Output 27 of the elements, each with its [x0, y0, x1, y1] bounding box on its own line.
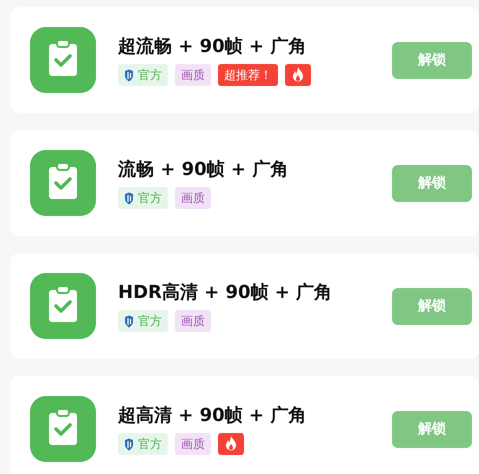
recommend-tag: 超推荐！	[218, 64, 278, 86]
shield-icon	[124, 438, 134, 450]
quality-tag: 画质	[175, 310, 211, 332]
quality-tag: 画质	[175, 187, 211, 209]
official-label: 官方	[138, 66, 162, 84]
shield-icon	[124, 192, 134, 204]
unlock-button[interactable]: 解锁	[392, 42, 472, 78]
flame-icon	[224, 436, 238, 452]
preset-title: 超高清 + 90帧 + 广角	[118, 404, 308, 427]
quality-tag: 画质	[175, 64, 211, 86]
unlock-button[interactable]: 解锁	[392, 288, 472, 324]
official-label: 官方	[138, 436, 162, 452]
unlock-button[interactable]: 解锁	[392, 410, 472, 448]
preset-title: 超流畅 + 90帧 + 广角	[118, 35, 308, 58]
clipboard-check-icon	[30, 27, 96, 93]
preset-title: HDR高清 + 90帧 + 广角	[118, 281, 334, 304]
clipboard-check-icon	[30, 273, 96, 339]
clipboard-check-icon	[30, 150, 96, 216]
unlock-button[interactable]: 解锁	[392, 164, 472, 202]
official-label: 官方	[138, 190, 162, 206]
clipboard-check-icon	[30, 396, 96, 462]
flame-icon	[291, 67, 305, 83]
quality-tag: 画质	[175, 433, 211, 455]
preset-title: 流畅 + 90帧 + 广角	[118, 158, 290, 181]
shield-icon	[124, 314, 134, 328]
official-label: 官方	[138, 312, 162, 330]
shield-icon	[124, 68, 134, 82]
